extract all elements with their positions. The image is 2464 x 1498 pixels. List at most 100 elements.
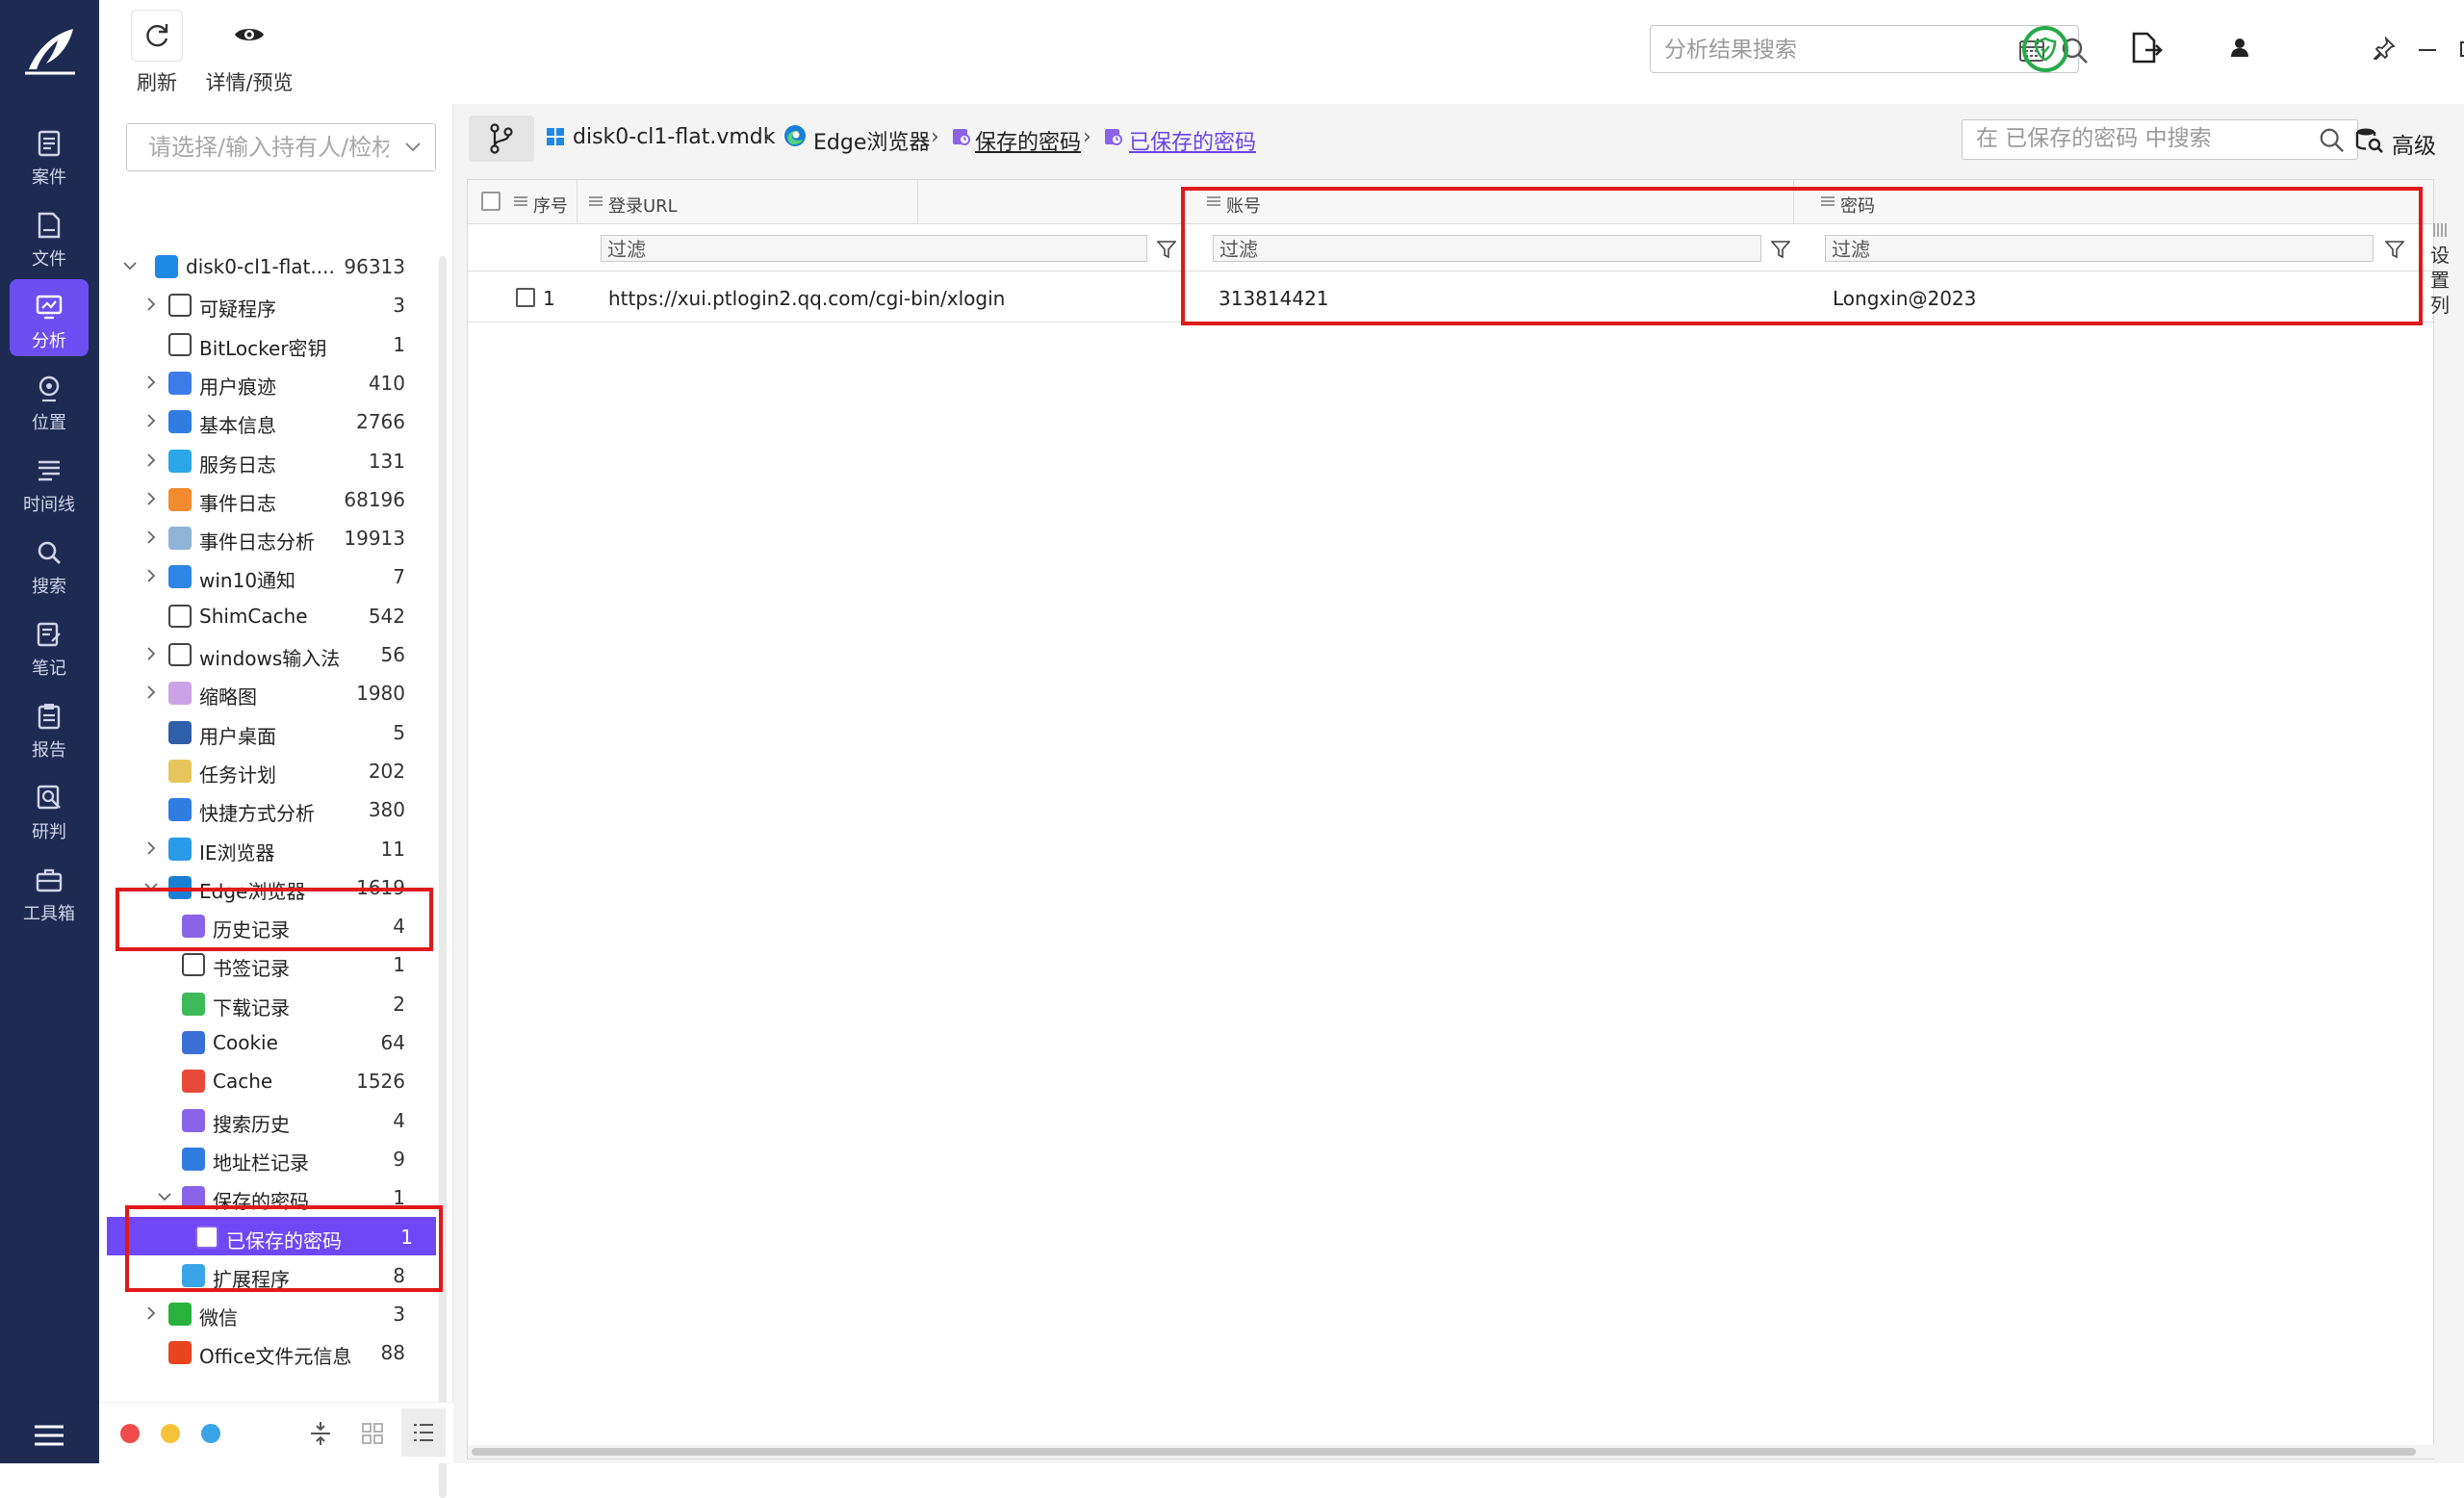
chevron-down-icon[interactable] [157,1189,172,1204]
nav-note[interactable]: 笔记 [10,607,89,684]
tree-item[interactable]: 微信 3 [99,1294,436,1332]
holder-select[interactable] [126,123,436,171]
column-settings-button[interactable]: 设 置 列 [2423,218,2457,410]
list-view-button[interactable] [401,1408,446,1457]
tree-item[interactable]: windows输入法 56 [99,634,436,673]
yellow-dot-icon[interactable] [161,1424,180,1443]
scrollbar-thumb[interactable] [472,1448,2416,1456]
analysis-search-box[interactable] [1650,25,2088,73]
collapse-all-icon[interactable] [309,1420,332,1447]
chevron-right-icon[interactable] [143,491,159,506]
column-menu-icon[interactable] [589,195,603,207]
nav-toolbox[interactable]: 工具箱 [10,852,89,929]
column-menu-icon[interactable] [514,195,527,207]
holder-input[interactable] [148,134,389,161]
tree-item[interactable]: disk0-cl1-flat.... 96313 [99,246,436,285]
nav-search[interactable]: 搜索 [10,525,89,602]
tree-item[interactable]: 基本信息 2766 [99,401,436,440]
tree-item[interactable]: 缩略图 1980 [99,673,436,711]
nav-timeline[interactable]: 时间线 [10,443,89,520]
details-preview-button[interactable]: 详情/预览 [201,10,297,96]
nav-rail: 案件 文件 分析 位置 时间线 搜索 笔记 报告 研判 工具箱 [0,0,99,1463]
chevron-right-icon[interactable] [143,568,159,583]
chevron-right-icon[interactable] [143,646,159,661]
tree-item-count: 3 [393,1303,405,1326]
nav-file[interactable]: 文件 [10,197,89,274]
tree-item[interactable]: win10通知 7 [99,556,436,595]
chevron-down-icon[interactable] [122,258,138,273]
chevron-right-icon[interactable] [143,374,159,390]
nav-location[interactable]: 位置 [10,361,89,438]
nav-analysis[interactable]: 分析 [10,279,89,356]
tree-item[interactable]: ShimCache 542 [99,596,436,634]
horizontal-scrollbar[interactable] [468,1445,2435,1459]
tree-item[interactable]: 任务计划 202 [99,751,436,789]
refresh-label: 刷新 [137,71,177,94]
cache-icon [182,1070,205,1093]
chevron-right-icon[interactable] [143,840,159,856]
column-settings-char: 置 [2430,269,2450,292]
column-header-label: 序号 [533,196,568,217]
tree-item[interactable]: 事件日志分析 19913 [99,518,436,556]
chevron-right-icon[interactable] [143,529,159,545]
breadcrumb-disk[interactable]: disk0-cl1-flat.vmdk [573,125,775,149]
tree-item[interactable]: 服务日志 131 [99,441,436,479]
select-all-checkbox[interactable] [481,192,500,211]
grid-view-icon[interactable] [361,1422,384,1445]
nav-report[interactable]: 报告 [10,688,89,765]
advanced-search-button[interactable]: 高级 [2355,119,2451,160]
case-icon [38,130,61,157]
user-icon[interactable] [2229,37,2250,58]
url-filter-field[interactable] [601,235,1147,262]
tree-item[interactable]: 搜索历史 4 [99,1100,436,1139]
list-search-box[interactable] [1962,119,2358,160]
column-header-url[interactable]: 登录URL [578,180,918,224]
nav-toolbox-label: 工具箱 [23,904,75,924]
shield-status-icon[interactable] [2021,25,2069,73]
cookie-icon [182,1031,205,1054]
tree-item[interactable]: 下载记录 2 [99,984,436,1022]
tree-item[interactable]: 用户痕迹 410 [99,363,436,401]
tree-item[interactable]: Cache 1526 [99,1061,436,1099]
row-checkbox[interactable] [516,288,535,307]
tree-item[interactable]: 可疑程序 3 [99,285,436,323]
tree-item[interactable]: 用户桌面 5 [99,712,436,751]
export-icon[interactable] [2130,31,2163,65]
chevron-down-icon[interactable] [404,140,422,153]
tree-item[interactable]: 快捷方式分析 380 [99,789,436,828]
column-header-index[interactable]: 序号 [468,180,578,224]
list-search-input[interactable] [1976,126,2303,151]
breadcrumb-current[interactable]: 已保存的密码 [1129,125,1256,156]
restore-icon[interactable] [2459,37,2464,58]
chevron-right-icon[interactable] [143,1305,159,1321]
chevron-right-icon[interactable] [143,452,159,468]
hamburger-menu-icon[interactable] [35,1425,64,1446]
tree-scrollbar[interactable] [439,256,447,1498]
tree-item[interactable]: 事件日志 68196 [99,479,436,518]
breadcrumb-bar: disk0-cl1-flat.vmdk › Edge浏览器 › 保存的密码 › … [453,104,2464,171]
nav-case[interactable]: 案件 [10,116,89,193]
chevron-right-icon[interactable] [143,413,159,428]
red-dot-icon[interactable] [120,1424,140,1443]
breadcrumb-browser[interactable]: Edge浏览器 [813,125,930,156]
tree-item[interactable]: 地址栏记录 9 [99,1139,436,1177]
chevron-right-icon[interactable] [143,297,159,312]
tree-item-count: 68196 [344,488,405,511]
filter-funnel-icon[interactable] [1157,240,1176,259]
branch-button[interactable] [469,116,534,162]
refresh-button[interactable]: 刷新 [128,10,186,96]
analysis-search-input[interactable] [1664,36,1953,65]
tree-item[interactable]: IE浏览器 11 [99,829,436,867]
key-search-icon [168,333,192,356]
breadcrumb-category[interactable]: 保存的密码 [975,125,1081,156]
tree-item[interactable]: BitLocker密钥 1 [99,324,436,363]
pin-icon[interactable] [2373,37,2396,60]
blue-dot-icon[interactable] [201,1424,220,1443]
url-filter-input[interactable] [607,238,1098,261]
search-icon[interactable] [2319,127,2346,154]
nav-judge[interactable]: 研判 [10,770,89,847]
tree-item[interactable]: Cookie 64 [99,1022,436,1061]
minimize-icon[interactable] [2417,39,2438,60]
tree-item[interactable]: Office文件元信息 88 [99,1332,436,1371]
chevron-right-icon[interactable] [143,684,159,700]
